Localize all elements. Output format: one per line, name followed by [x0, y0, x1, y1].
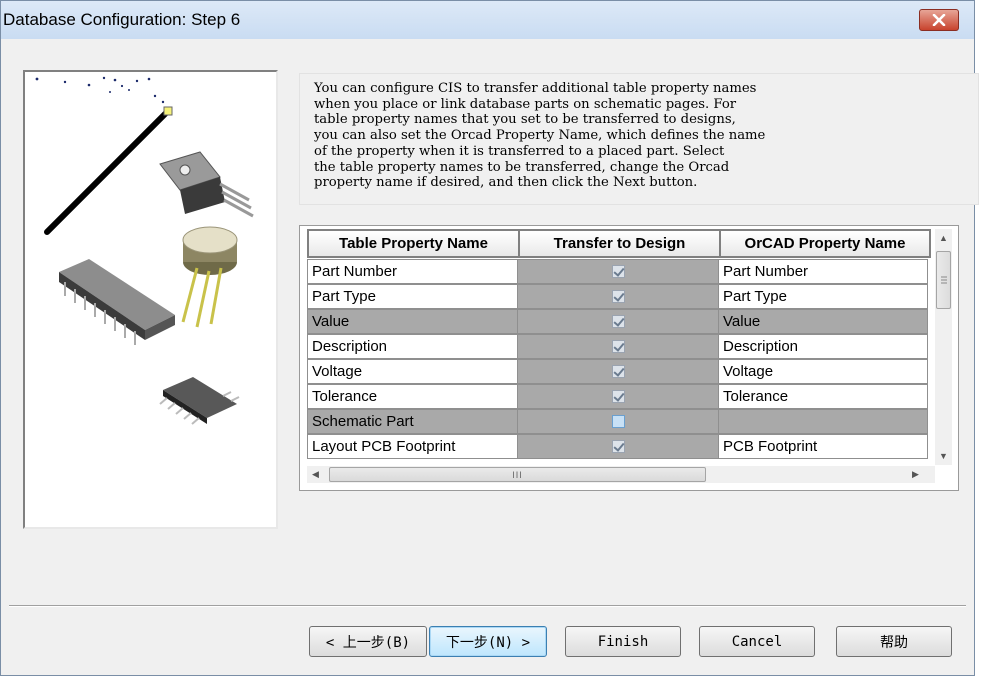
back-button[interactable]: < 上一步(B)	[309, 626, 427, 657]
description-text: You can configure CIS to transfer additi…	[314, 81, 766, 191]
cell-transfer-to-design	[517, 384, 719, 409]
description-box[interactable]: You can configure CIS to transfer additi…	[299, 73, 979, 205]
cell-orcad-property-name[interactable]: Voltage	[718, 359, 928, 384]
scroll-down-button[interactable]: ▼	[935, 447, 952, 465]
transfer-checkbox[interactable]	[611, 415, 625, 428]
close-button[interactable]	[919, 9, 959, 31]
table-row[interactable]: Tolerance Tolerance	[307, 384, 928, 409]
scroll-up-button[interactable]: ▲	[935, 229, 952, 247]
dialog-client: You can configure CIS to transfer additi…	[9, 39, 979, 669]
cell-transfer-to-design	[517, 334, 719, 359]
cell-transfer-to-design	[517, 409, 719, 434]
table-row[interactable]: Schematic Part	[307, 409, 928, 434]
table-row[interactable]: Value Value	[307, 309, 928, 334]
cell-transfer-to-design	[517, 309, 719, 334]
triangle-down-icon: ▼	[939, 451, 948, 461]
magic-wand	[44, 109, 170, 235]
cell-orcad-property-name[interactable]: Description	[718, 334, 928, 359]
property-grid[interactable]: Table Property Name Transfer to Design O…	[299, 225, 959, 491]
sparkle-dots	[35, 76, 165, 104]
cell-table-property-name[interactable]: Description	[307, 334, 518, 359]
transfer-checkbox[interactable]	[611, 290, 625, 303]
column-header-table-property-name[interactable]: Table Property Name	[307, 229, 520, 258]
help-button[interactable]: 帮助	[836, 626, 952, 657]
transfer-checkbox[interactable]	[611, 340, 625, 353]
title-bar[interactable]: Database Configuration: Step 6	[1, 1, 974, 39]
triangle-right-icon: ▶	[912, 469, 919, 479]
horizontal-scrollbar[interactable]: ◀ III ▶	[307, 466, 935, 483]
close-icon	[932, 14, 946, 26]
scroll-left-button[interactable]: ◀	[307, 466, 324, 483]
cancel-button[interactable]: Cancel	[699, 626, 815, 657]
cell-transfer-to-design	[517, 359, 719, 384]
transfer-checkbox[interactable]	[611, 390, 625, 403]
horizontal-scroll-thumb[interactable]: III	[329, 467, 706, 482]
grip-icon	[941, 276, 947, 284]
table-row[interactable]: Layout PCB Footprint PCB Footprint	[307, 434, 928, 459]
transfer-checkbox[interactable]	[611, 440, 625, 453]
triangle-left-icon: ◀	[312, 469, 319, 479]
cell-orcad-property-name[interactable]: PCB Footprint	[718, 434, 928, 459]
dialog-window: Database Configuration: Step 6 You can c…	[0, 0, 979, 676]
cell-transfer-to-design	[517, 284, 719, 309]
triangle-up-icon: ▲	[939, 233, 948, 243]
table-row[interactable]: Part Number Part Number	[307, 259, 928, 284]
to220-component-icon	[159, 151, 254, 218]
cell-orcad-property-name[interactable]: Value	[718, 309, 928, 334]
cell-table-property-name[interactable]: Part Type	[307, 284, 518, 309]
next-button[interactable]: 下一步(N) >	[429, 626, 547, 657]
cell-table-property-name[interactable]: Layout PCB Footprint	[307, 434, 518, 459]
table-row[interactable]: Description Description	[307, 334, 928, 359]
wizard-illustration	[35, 76, 254, 425]
vertical-scrollbar[interactable]: ▲ ▼	[935, 229, 952, 465]
wizard-image-panel	[23, 70, 278, 529]
vertical-scroll-thumb[interactable]	[936, 251, 951, 309]
scroll-right-button[interactable]: ▶	[907, 466, 924, 483]
cell-table-property-name[interactable]: Value	[307, 309, 518, 334]
finish-button[interactable]: Finish	[565, 626, 681, 657]
cell-table-property-name[interactable]: Schematic Part	[307, 409, 518, 434]
cell-table-property-name[interactable]: Voltage	[307, 359, 518, 384]
table-row[interactable]: Part Type Part Type	[307, 284, 928, 309]
transfer-checkbox[interactable]	[611, 365, 625, 378]
transistor-can-icon	[181, 226, 238, 328]
cell-transfer-to-design	[517, 434, 719, 459]
button-separator	[9, 605, 966, 607]
cell-table-property-name[interactable]: Tolerance	[307, 384, 518, 409]
window-title: Database Configuration: Step 6	[3, 10, 241, 29]
transfer-checkbox[interactable]	[611, 315, 625, 328]
grip-text: III	[512, 469, 523, 480]
column-header-orcad-property-name[interactable]: OrCAD Property Name	[719, 229, 931, 258]
cell-table-property-name[interactable]: Part Number	[307, 259, 518, 284]
cell-orcad-property-name[interactable]: Tolerance	[718, 384, 928, 409]
cell-orcad-property-name[interactable]	[718, 409, 928, 434]
table-row[interactable]: Voltage Voltage	[307, 359, 928, 384]
cell-orcad-property-name[interactable]: Part Number	[718, 259, 928, 284]
cell-transfer-to-design	[517, 259, 719, 284]
cell-orcad-property-name[interactable]: Part Type	[718, 284, 928, 309]
dip-chip-icon	[59, 259, 175, 345]
transfer-checkbox[interactable]	[611, 265, 625, 278]
column-header-transfer-to-design[interactable]: Transfer to Design	[518, 229, 721, 258]
soic-chip-icon	[159, 377, 240, 425]
